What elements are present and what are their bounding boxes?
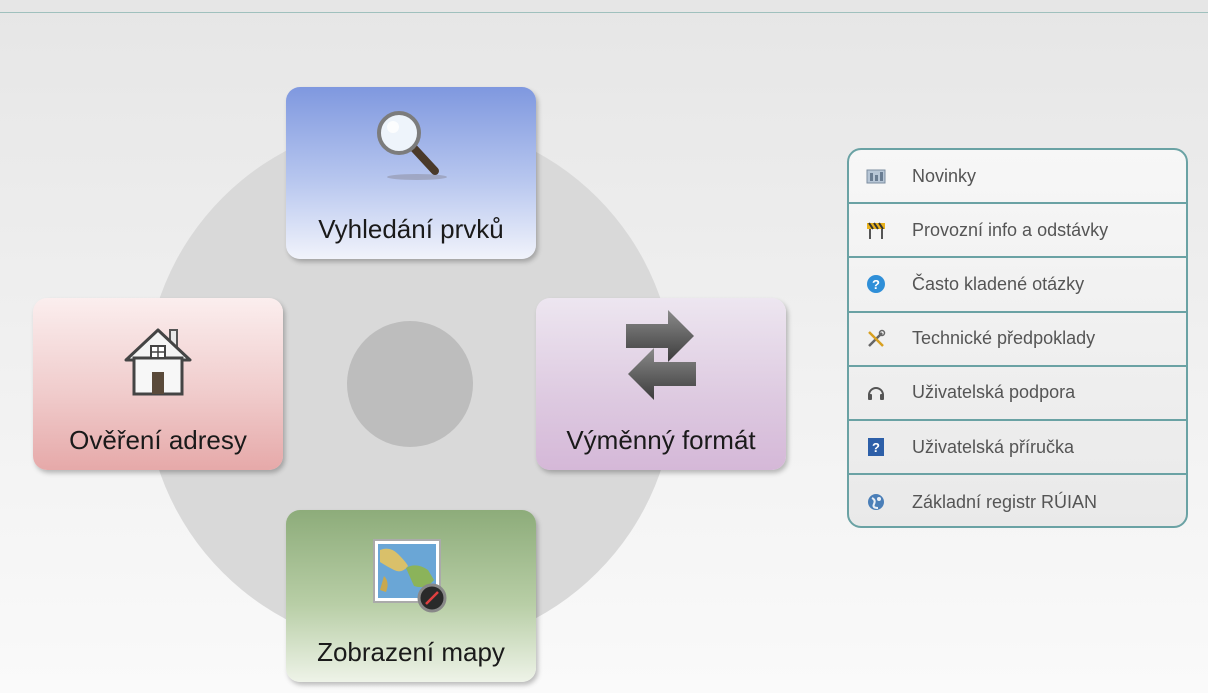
manual-icon: ?: [866, 437, 886, 457]
svg-text:?: ?: [872, 440, 880, 455]
link-technical-label: Technické předpoklady: [912, 328, 1096, 349]
link-operations-info[interactable]: Provozní info a odstávky: [849, 204, 1186, 259]
link-user-manual[interactable]: ? Uživatelská příručka: [849, 421, 1186, 476]
link-manual-label: Uživatelská příručka: [912, 436, 1075, 457]
link-user-support[interactable]: Uživatelská podpora: [849, 367, 1186, 421]
roadblock-icon: [866, 220, 886, 240]
link-ruian-label: Základní registr RÚIAN: [912, 491, 1098, 512]
link-ruian-registry[interactable]: Základní registr RÚIAN: [849, 475, 1186, 526]
question-icon: ?: [866, 274, 886, 294]
world-map-icon: [373, 539, 447, 613]
link-faq[interactable]: ? Často kladené otázky: [849, 258, 1186, 313]
headset-icon: [866, 383, 886, 403]
address-verification-tile[interactable]: Ověření adresy: [33, 298, 283, 470]
center-circle: [347, 321, 473, 447]
link-news[interactable]: Novinky: [849, 150, 1186, 205]
registry-icon: [866, 492, 886, 512]
link-technical-requirements[interactable]: Technické předpoklady: [849, 313, 1186, 367]
news-icon: [866, 166, 886, 186]
link-news-label: Novinky: [912, 165, 977, 186]
house-icon: [124, 328, 192, 396]
top-divider: [0, 12, 1208, 13]
address-tile-label: Ověření adresy: [69, 425, 247, 455]
svg-text:?: ?: [872, 277, 880, 292]
exchange-tile-label: Výměnný formát: [566, 425, 756, 455]
link-faq-label: Často kladené otázky: [912, 273, 1085, 294]
search-elements-tile[interactable]: Vyhledání prvků: [286, 87, 536, 259]
map-display-tile[interactable]: Zobrazení mapy: [286, 510, 536, 682]
map-tile-label: Zobrazení mapy: [317, 637, 505, 667]
link-operations-label: Provozní info a odstávky: [912, 219, 1109, 240]
exchange-arrows-icon: [626, 310, 696, 400]
exchange-format-tile[interactable]: Výměnný formát: [536, 298, 786, 470]
search-tile-label: Vyhledání prvků: [318, 214, 504, 244]
tools-icon: [866, 329, 886, 349]
link-support-label: Uživatelská podpora: [912, 382, 1076, 403]
quick-links-panel: Novinky Provozní info a odstávky ? Často…: [847, 148, 1188, 528]
magnifier-icon: [377, 111, 447, 180]
